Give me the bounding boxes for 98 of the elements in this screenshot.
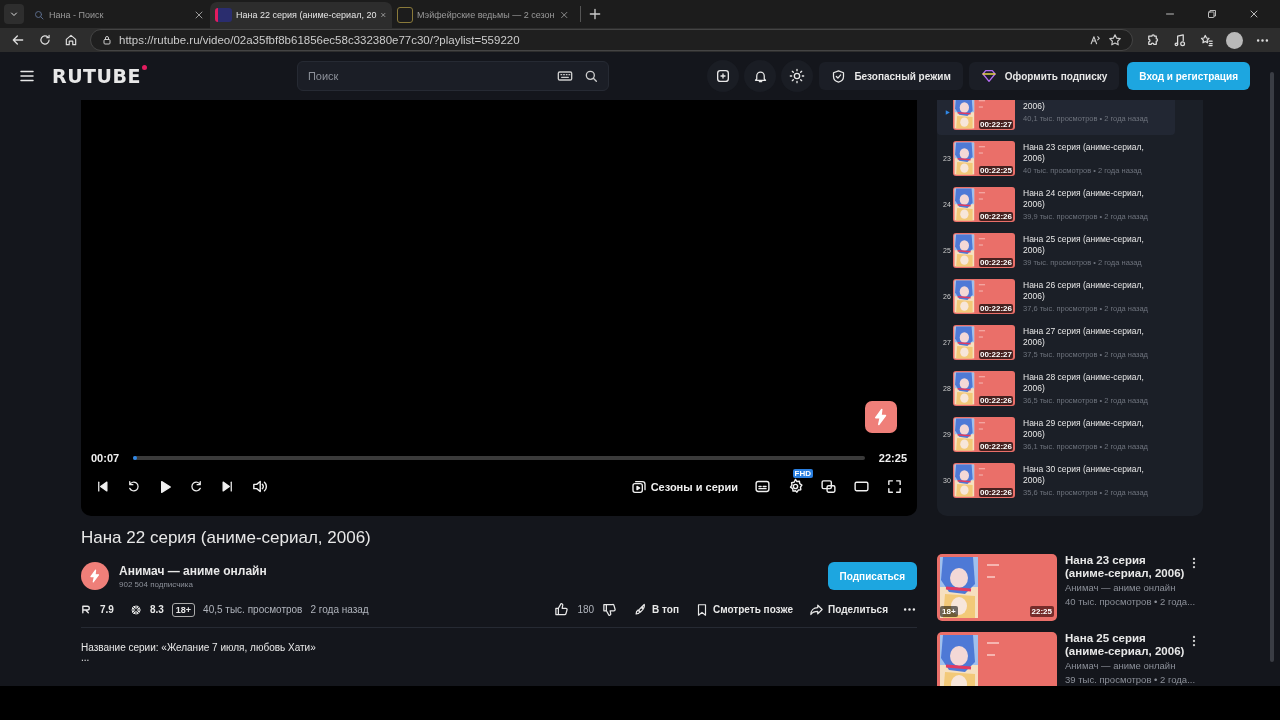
star-icon[interactable] xyxy=(1108,33,1122,47)
episode-title: Нана 24 серия (аниме-сериал, 2006) xyxy=(1023,187,1145,210)
next-icon[interactable] xyxy=(220,479,235,494)
view-count: 40,5 тыс. просмотров xyxy=(203,604,303,615)
episode-description: Название серии: «Желание 7 июля, любовь Хати» xyxy=(81,642,317,653)
duration: 00:22:26 xyxy=(978,441,1013,451)
duration: 00:22:26 xyxy=(978,303,1013,313)
expand-description-link[interactable]: ... xyxy=(81,653,917,663)
subscription-button[interactable]: Оформить подписку xyxy=(968,62,1120,90)
upload-date: 2 года назад xyxy=(310,604,369,615)
current-time: 00:07 xyxy=(91,452,120,464)
playlist-icon xyxy=(630,478,647,495)
back-icon[interactable] xyxy=(10,32,26,48)
rutube-rating-icon xyxy=(81,604,92,615)
video-meta: 39 тыс. просмотров • 2 года... xyxy=(1065,674,1196,686)
quality-badge: FHD xyxy=(792,469,813,478)
progress-track[interactable] xyxy=(133,456,865,460)
diamond-icon xyxy=(980,68,997,84)
channel-avatar[interactable] xyxy=(81,562,109,590)
close-icon[interactable] xyxy=(193,9,205,21)
duration: 22:25 xyxy=(878,452,907,464)
duration: 00:22:25 xyxy=(978,165,1013,175)
channel-name: Анимач — аниме онлайн xyxy=(1065,660,1176,672)
episode-title: Нана 26 серия (аниме-сериал, 2006) xyxy=(1023,279,1145,302)
close-icon[interactable] xyxy=(1248,8,1260,20)
episode-title: Нана 23 серия (аниме-сериал, 2006) xyxy=(1023,141,1145,164)
subscriber-count: 902 504 подписчика xyxy=(119,579,194,589)
read-aloud-icon[interactable] xyxy=(1089,33,1102,47)
episode-title: Нана 30 серия (аниме-сериал, 2006) xyxy=(1023,463,1145,486)
share-button[interactable]: Поделиться xyxy=(809,602,888,617)
video-title[interactable]: Нана 25 серия (аниме-сериал, 2006) xyxy=(1065,632,1185,658)
r-logo-icon xyxy=(215,8,232,22)
rating: 7.9 xyxy=(100,604,114,615)
search-icon xyxy=(33,9,45,21)
like-icon[interactable] xyxy=(554,602,570,617)
video-title[interactable]: Нана 23 серия (аниме-сериал, 2006) xyxy=(1065,554,1185,580)
channel-name: Анимач — аниме онлайн xyxy=(1065,582,1176,594)
bookmark-icon xyxy=(695,602,709,617)
episode-title: Нана 25 серия (аниме-сериал, 2006) xyxy=(1023,233,1145,256)
dislike-icon[interactable] xyxy=(602,602,618,617)
rutube-logo: RUTUBE xyxy=(52,65,147,87)
previous-icon[interactable] xyxy=(95,479,110,494)
address-bar[interactable]: https://rutube.ru/video/02a35fbf8b61856ec58c332380e77c30/?playlist=559220 xyxy=(90,29,1133,51)
duration: 22:25 xyxy=(1029,606,1054,617)
watch-later-button[interactable]: Смотреть позже xyxy=(695,602,793,617)
profile-avatar[interactable] xyxy=(1226,31,1243,49)
reload-icon[interactable] xyxy=(38,33,52,47)
channel-name[interactable]: Анимач — аниме онлайн xyxy=(119,563,267,578)
keyboard-icon[interactable] xyxy=(556,68,573,84)
volume-icon[interactable] xyxy=(251,478,268,495)
search-field[interactable]: Поиск xyxy=(296,61,609,91)
new-tab-icon[interactable] xyxy=(587,6,603,22)
music-icon[interactable] xyxy=(1172,32,1187,48)
episode-title: Нана 27 серия (аниме-сериал, 2006) xyxy=(1023,325,1145,348)
age-badge: 18+ xyxy=(940,606,958,617)
settings-icon[interactable] xyxy=(787,478,804,495)
lock-icon xyxy=(101,34,113,46)
duration: 00:22:26 xyxy=(978,211,1013,221)
playing-icon xyxy=(943,108,951,116)
video-meta: 40 тыс. просмотров • 2 года... xyxy=(1065,596,1196,608)
seasons-button[interactable]: Сезоны и серии xyxy=(630,478,738,495)
notifications-button[interactable] xyxy=(744,60,777,92)
share-icon xyxy=(809,602,824,617)
bell-icon xyxy=(752,68,768,84)
sun-icon xyxy=(789,68,806,84)
rating: 8.3 xyxy=(149,604,164,615)
forward-icon[interactable] xyxy=(189,479,204,494)
like-count: 180 xyxy=(577,604,595,615)
promote-button[interactable]: В топ xyxy=(633,602,679,617)
duration: 00:22:27 xyxy=(978,349,1013,359)
add-video-icon xyxy=(715,68,732,84)
episode-title: Нана 29 серия (аниме-сериал, 2006) xyxy=(1023,417,1145,440)
picture-in-picture-icon[interactable] xyxy=(820,478,837,495)
subtitles-icon[interactable] xyxy=(754,478,771,495)
duration: 00:22:26 xyxy=(978,487,1013,497)
browser-tab[interactable]: Нана 22 серия (аниме-сериал, 20 xyxy=(210,2,392,28)
episode-title: Нана 28 серия (аниме-сериал, 2006) xyxy=(1023,371,1145,394)
tab-list-button[interactable] xyxy=(4,4,24,24)
duration: 00:22:26 xyxy=(978,395,1013,405)
restore-icon[interactable] xyxy=(1206,8,1218,20)
scrollbar-thumb[interactable] xyxy=(1270,72,1274,662)
shield-icon xyxy=(831,68,847,84)
favorites-icon[interactable] xyxy=(1199,32,1214,48)
episode-title: 2006) xyxy=(1023,101,1046,112)
browser-tab[interactable]: Нана - Поиск xyxy=(28,2,210,28)
video-title: Нана 22 серия (аниме-сериал, 2006) xyxy=(81,528,372,548)
duration: 00:22:27 xyxy=(978,119,1013,129)
fullscreen-icon[interactable] xyxy=(886,478,903,495)
upload-button[interactable] xyxy=(707,60,740,92)
duration: 00:22:26 xyxy=(978,257,1013,267)
theme-button[interactable] xyxy=(781,60,814,92)
age-rating: 18+ xyxy=(171,602,196,617)
home-icon[interactable] xyxy=(64,33,78,47)
lightning-icon xyxy=(88,569,102,583)
safe-mode-button[interactable]: Безопасный режим xyxy=(819,62,963,90)
puzzle-icon[interactable] xyxy=(1145,32,1160,48)
rewind-icon[interactable] xyxy=(126,479,141,494)
browser-tab[interactable]: Мэйфейрские ведьмы — 2 сезон xyxy=(392,2,574,28)
